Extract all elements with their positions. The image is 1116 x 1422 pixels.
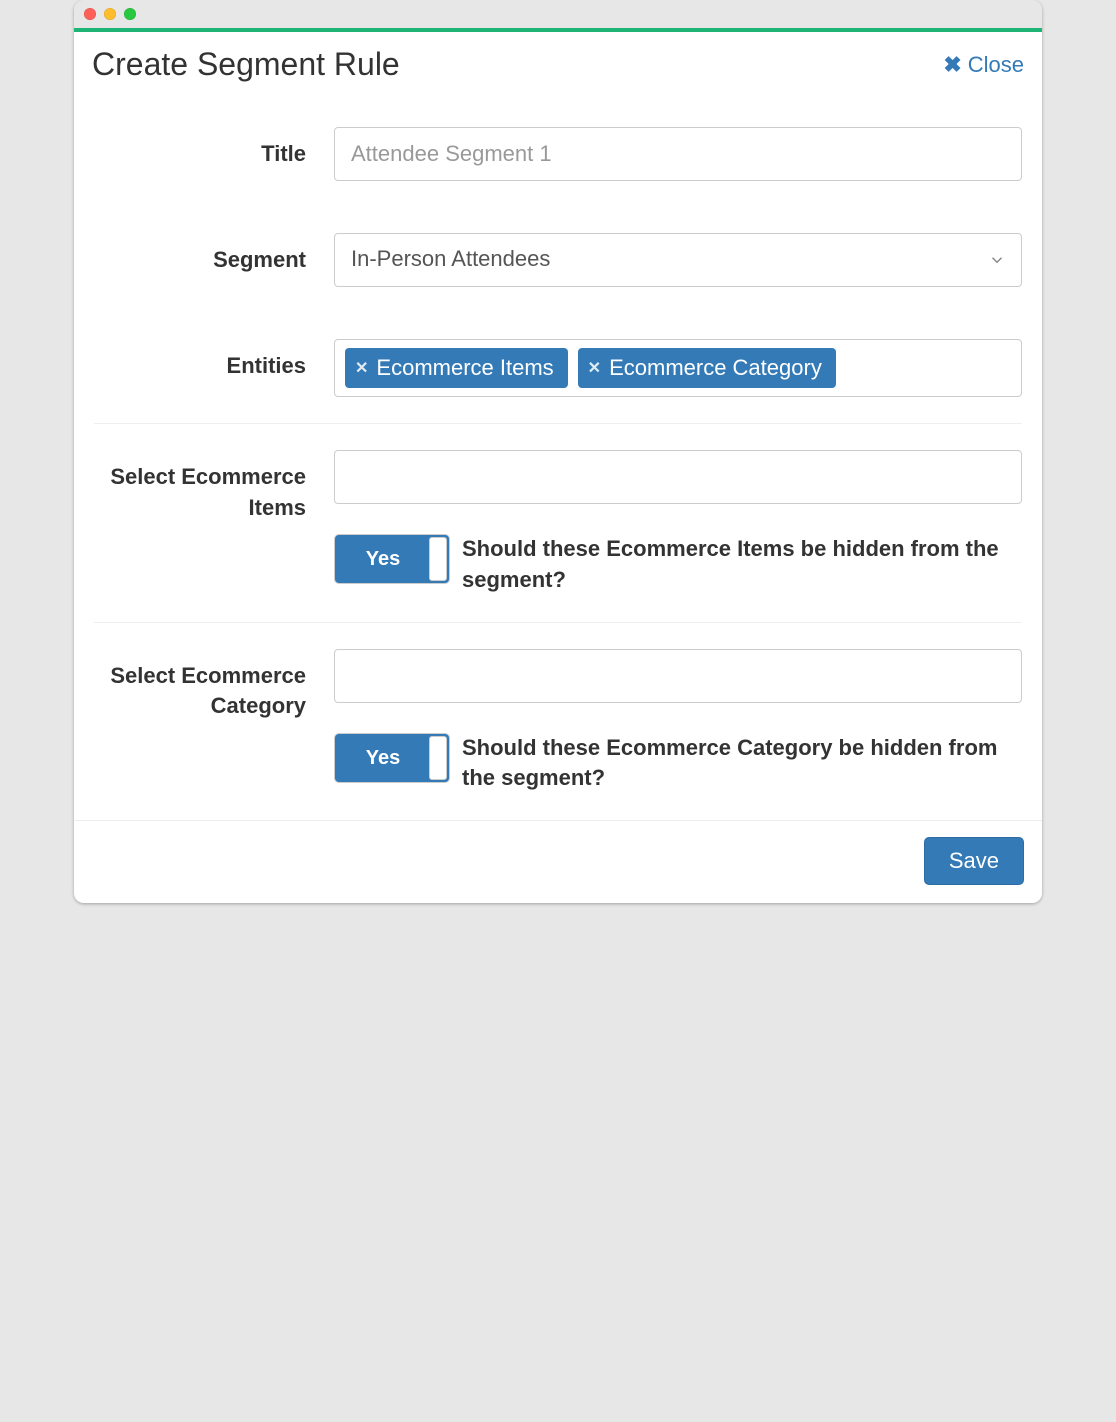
modal-title: Create Segment Rule <box>92 46 400 83</box>
form: Title Segment In-Person Attendees <box>74 91 1042 820</box>
modal-header: Create Segment Rule ✖ Close <box>74 32 1042 91</box>
entity-tag-label: Ecommerce Category <box>609 355 822 381</box>
label-entities: Entities <box>94 339 334 397</box>
modal-footer: Save <box>74 820 1042 903</box>
label-segment: Segment <box>94 233 334 287</box>
entity-tag: ✕ Ecommerce Items <box>345 348 568 388</box>
label-select-category: Select Ecommerce Category <box>94 649 334 795</box>
close-label: Close <box>968 52 1024 78</box>
segment-select[interactable]: In-Person Attendees <box>334 233 1022 287</box>
mac-titlebar <box>74 0 1042 28</box>
title-input[interactable] <box>334 127 1022 181</box>
category-hidden-toggle[interactable]: Yes <box>334 733 450 783</box>
modal-content: Create Segment Rule ✖ Close Title Segmen… <box>74 28 1042 903</box>
toggle-knob <box>429 736 447 780</box>
window-minimize-dot[interactable] <box>104 8 116 20</box>
row-select-items: Select Ecommerce Items Yes Should these … <box>94 424 1022 622</box>
label-title: Title <box>94 127 334 181</box>
entities-tagbox[interactable]: ✕ Ecommerce Items ✕ Ecommerce Category <box>334 339 1022 397</box>
close-icon: ✖ <box>943 52 961 78</box>
window-close-dot[interactable] <box>84 8 96 20</box>
row-segment: Segment In-Person Attendees <box>94 207 1022 313</box>
items-hidden-question: Should these Ecommerce Items be hidden f… <box>462 536 999 592</box>
entity-tag-label: Ecommerce Items <box>376 355 553 381</box>
window: Create Segment Rule ✖ Close Title Segmen… <box>74 0 1042 903</box>
category-hidden-question: Should these Ecommerce Category be hidde… <box>462 735 997 791</box>
select-category-input[interactable] <box>334 649 1022 703</box>
close-button[interactable]: ✖ Close <box>943 52 1024 78</box>
row-select-category: Select Ecommerce Category Yes Should the… <box>94 623 1022 821</box>
label-select-items: Select Ecommerce Items <box>94 450 334 596</box>
category-hidden-question-row: Yes Should these Ecommerce Category be h… <box>334 733 1022 795</box>
items-hidden-question-row: Yes Should these Ecommerce Items be hidd… <box>334 534 1022 596</box>
row-title: Title <box>94 101 1022 207</box>
window-zoom-dot[interactable] <box>124 8 136 20</box>
row-entities: Entities ✕ Ecommerce Items ✕ Ecommerce C… <box>94 313 1022 423</box>
select-items-input[interactable] <box>334 450 1022 504</box>
save-button[interactable]: Save <box>924 837 1024 885</box>
remove-tag-icon[interactable]: ✕ <box>588 358 601 378</box>
toggle-knob <box>429 537 447 581</box>
entity-tag: ✕ Ecommerce Category <box>578 348 836 388</box>
remove-tag-icon[interactable]: ✕ <box>355 358 368 378</box>
items-hidden-toggle[interactable]: Yes <box>334 534 450 584</box>
